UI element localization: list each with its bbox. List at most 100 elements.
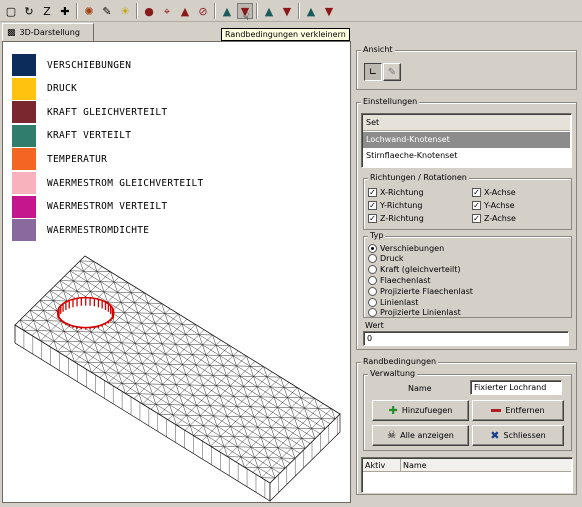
radio-button[interactable] — [368, 297, 377, 307]
name-input[interactable]: Fixierter Lochrand — [470, 380, 562, 395]
richtungen-title: Richtungen / Rotationen — [368, 173, 469, 183]
z-icon[interactable]: Z — [39, 3, 55, 19]
main-toolbar: ▢ ↻ Z ✚ ✺ ✎ ☀ ● ⌖ ▲ ⊘ ▲ ▼ ▲ ▼ ▲ ▼ — [0, 0, 582, 22]
axis-icon[interactable]: ↻ — [21, 3, 37, 19]
radio-option[interactable]: Projizierte Linienlast — [368, 308, 461, 318]
remove-button-label: Entfernen — [505, 406, 545, 415]
node-icon[interactable]: ⌖ — [159, 3, 175, 19]
checkbox-box[interactable]: ✓ — [368, 201, 377, 210]
checkbox-box[interactable]: ✓ — [472, 201, 481, 210]
column-header-aktiv[interactable]: Aktiv — [363, 459, 401, 472]
edit-icon[interactable]: ✎ — [99, 3, 115, 19]
add-button[interactable]: ✚ Hinzufuegen — [372, 400, 469, 421]
tab-3d-darstellung[interactable]: ▩ 3D-Darstellung — [2, 23, 94, 41]
verwaltung-title: Verwaltung — [368, 369, 418, 379]
checkbox-x-richtung[interactable]: ✓ X-Richtung — [368, 187, 424, 198]
close-icon: ✖ — [490, 429, 500, 442]
wert-input[interactable]: 0 — [363, 331, 569, 346]
show-all-button[interactable]: ☠ Alle anzeigen — [372, 425, 469, 446]
radio-button[interactable] — [368, 265, 377, 275]
brush-icon: ✎ — [387, 66, 397, 78]
fix-icon[interactable]: ▲ — [177, 3, 193, 19]
set-list-header[interactable]: Set — [363, 115, 570, 131]
checkbox-box[interactable]: ✓ — [472, 188, 481, 197]
tooltip: Randbedingungen verkleinern — [221, 28, 350, 41]
radio-option[interactable]: Flaechenlast — [368, 275, 431, 285]
toolbar-separator — [136, 3, 138, 19]
checkbox-box[interactable]: ✓ — [472, 214, 481, 223]
radio-button[interactable] — [368, 308, 377, 318]
wert-title: Wert — [363, 321, 386, 331]
load2-icon[interactable]: ▼ — [279, 3, 295, 19]
randbedingungen-title: Randbedingungen — [361, 357, 439, 367]
axis-view-icon: ∟ — [368, 66, 378, 78]
checkbox-box[interactable]: ✓ — [368, 214, 377, 223]
tab-label: 3D-Darstellung — [19, 28, 80, 37]
typ-title: Typ — [368, 231, 386, 241]
radio-option[interactable]: Linienlast — [368, 297, 418, 307]
column-header-name[interactable]: Name — [401, 459, 571, 472]
set-list: Set Lochwand-Knotenset Stirnflaeche-Knot… — [361, 113, 572, 168]
checkbox-y-richtung[interactable]: ✓ Y-Richtung — [368, 200, 422, 211]
radio-option[interactable]: Druck — [368, 254, 404, 264]
typ-group: Typ Verschiebungen Druck Kraft (gleichvert… — [363, 231, 572, 318]
checkbox-label: Z-Achse — [484, 214, 516, 223]
move-icon[interactable]: ✚ — [57, 3, 73, 19]
add-button-label: Hinzufuegen — [401, 406, 453, 415]
checkbox-label: Y-Achse — [484, 201, 515, 210]
toolbar-separator — [214, 3, 216, 19]
radio-button[interactable] — [368, 243, 377, 253]
coordinate-view-button[interactable]: ∟ — [364, 63, 382, 81]
set-row-lochwand[interactable]: Lochwand-Knotenset — [363, 132, 570, 148]
constraint-icon[interactable]: ● — [141, 3, 157, 19]
ansicht-group: Ansicht ∟ ✎ — [356, 45, 577, 90]
close-button[interactable]: ✖ Schliessen — [472, 425, 564, 446]
light-icon[interactable]: ☀ — [117, 3, 133, 19]
radio-option[interactable]: Kraft (gleichverteilt) — [368, 265, 461, 275]
set-row-stirnflaeche[interactable]: Stirnflaeche-Knotenset — [363, 148, 570, 164]
name-label: Name — [408, 384, 432, 393]
radio-label: Verschiebungen — [380, 243, 445, 253]
radio-label: Druck — [380, 254, 404, 264]
ansicht-title: Ansicht — [361, 45, 395, 55]
view-icon[interactable]: ▢ — [3, 3, 19, 19]
radio-label: Kraft (gleichverteilt) — [380, 265, 461, 275]
toolbar-separator — [76, 3, 78, 19]
checkbox-label: Z-Richtung — [380, 214, 424, 223]
boundary-icon[interactable]: ▲ — [219, 3, 235, 19]
checkbox-z-richtung[interactable]: ✓ Z-Richtung — [368, 213, 424, 224]
hand-cursor-icon: ☟ — [243, 12, 250, 23]
brush-view-button[interactable]: ✎ — [383, 63, 401, 81]
cube-icon: ▩ — [7, 27, 16, 38]
toolbar-separator — [298, 3, 300, 19]
radio-label: Projizierte Flaechenlast — [380, 286, 473, 296]
block-icon[interactable]: ⊘ — [195, 3, 211, 19]
result-icon[interactable]: ▲ — [303, 3, 319, 19]
radio-button[interactable] — [368, 275, 377, 285]
fe-mesh-model[interactable] — [3, 42, 350, 502]
radio-label: Projizierte Linienlast — [380, 308, 461, 318]
richtungen-group: Richtungen / Rotationen ✓ X-Richtung ✓ X-Ac… — [363, 173, 572, 230]
radio-button[interactable] — [368, 286, 377, 296]
checkbox-label: X-Richtung — [380, 188, 424, 197]
3d-viewport[interactable]: VERSCHIEBUNGEN DRUCK KRAFT GLEICHVERTEILT K… — [2, 41, 351, 503]
verwaltung-group: Verwaltung Name Fixierter Lochrand ✚ Hin… — [363, 369, 572, 451]
boundary-table: Aktiv Name — [361, 457, 573, 493]
checkbox-x-achse[interactable]: ✓ X-Achse — [472, 187, 516, 198]
show-all-icon: ☠ — [387, 430, 397, 441]
radio-option[interactable]: Verschiebungen — [368, 243, 444, 253]
properties-panel: Ansicht ∟ ✎ Einstellungen Set Lochwand-K… — [356, 45, 578, 503]
checkbox-y-achse[interactable]: ✓ Y-Achse — [472, 200, 515, 211]
result2-icon[interactable]: ▼ — [321, 3, 337, 19]
remove-button[interactable]: Entfernen — [472, 400, 564, 421]
checkbox-label: Y-Richtung — [380, 201, 423, 210]
load-icon[interactable]: ▲ — [261, 3, 277, 19]
radio-button[interactable] — [368, 254, 377, 264]
radio-option[interactable]: Projizierte Flaechenlast — [368, 286, 473, 296]
randbedingungen-group: Randbedingungen Verwaltung Name Fixierte… — [356, 357, 577, 495]
checkbox-box[interactable]: ✓ — [368, 188, 377, 197]
material-icon[interactable]: ✺ — [81, 3, 97, 19]
wert-group: Wert 0 — [363, 321, 572, 347]
checkbox-z-achse[interactable]: ✓ Z-Achse — [472, 213, 516, 224]
plus-icon: ✚ — [388, 404, 398, 417]
